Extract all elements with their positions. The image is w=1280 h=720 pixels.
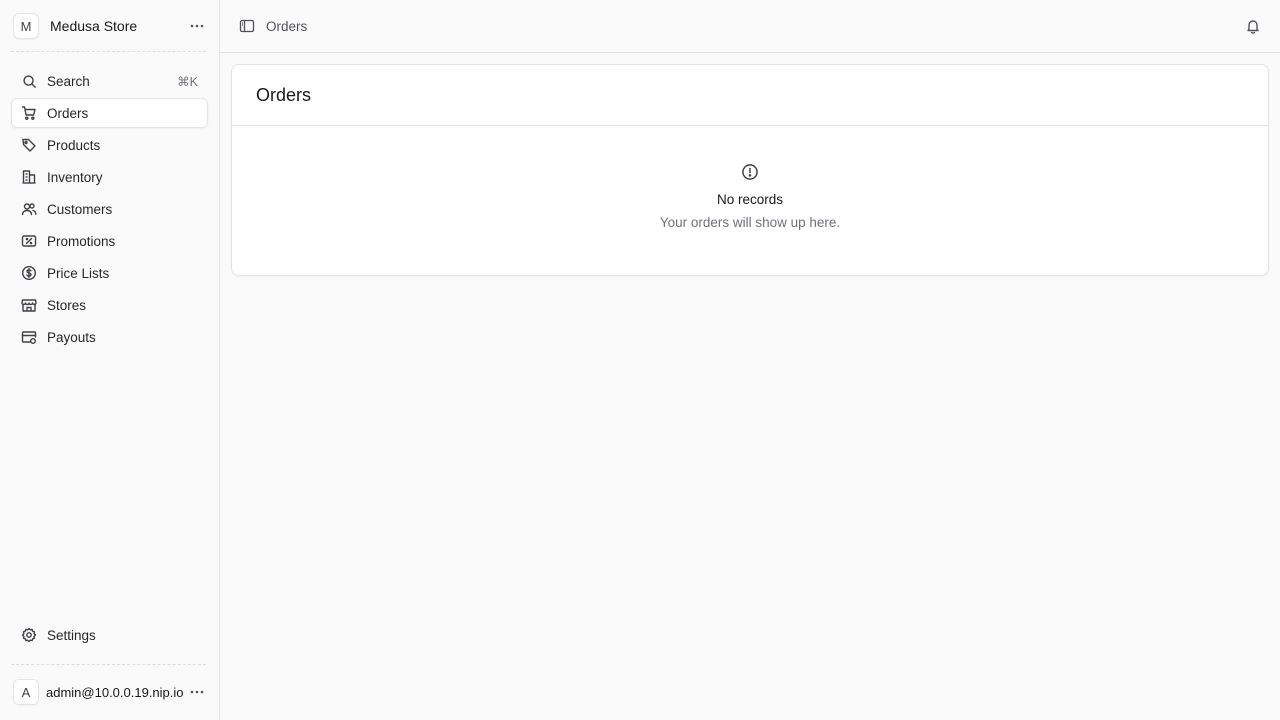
sidebar-left-icon[interactable] (238, 17, 256, 35)
sidebar-item-inventory[interactable]: Inventory (11, 162, 208, 192)
users-icon (21, 201, 37, 217)
cog-icon (21, 627, 37, 643)
card-header: Orders (232, 65, 1268, 126)
sidebar-item-promotions[interactable]: Promotions (11, 226, 208, 256)
more-horizontal-icon[interactable] (187, 682, 207, 702)
sidebar-item-label: Inventory (47, 169, 103, 185)
sidebar-item-label: Stores (47, 297, 87, 313)
store-avatar: M (13, 13, 39, 39)
main-area: Orders Orders No records Your orders wil… (220, 0, 1280, 720)
sidebar-item-price-lists[interactable]: Price Lists (11, 258, 208, 288)
page-title: Orders (256, 84, 312, 105)
tag-icon (21, 137, 37, 153)
sidebar-item-label: Price Lists (47, 265, 110, 281)
sidebar-item-label: Promotions (47, 233, 116, 249)
user-menu[interactable]: A admin@10.0.0.19.nip.io (0, 664, 219, 720)
sidebar-item-customers[interactable]: Customers (11, 194, 208, 224)
bell-icon[interactable] (1244, 17, 1262, 35)
sidebar-item-settings[interactable]: Settings (11, 620, 208, 650)
main-nav: Search ⌘K Orders Products Inventory Cust… (0, 52, 219, 354)
settings-section: Settings (0, 620, 219, 664)
search-shortcut: ⌘K (177, 74, 198, 89)
sidebar-item-label: Payouts (47, 329, 96, 345)
sidebar-item-stores[interactable]: Stores (11, 290, 208, 320)
exclamation-circle-icon (741, 163, 759, 181)
content: Orders No records Your orders will show … (220, 53, 1280, 276)
store-header[interactable]: M Medusa Store (0, 0, 219, 52)
building-storefront-icon (21, 297, 37, 313)
empty-state: No records Your orders will show up here… (232, 126, 1268, 275)
orders-card: Orders No records Your orders will show … (231, 64, 1269, 276)
sidebar-item-label: Settings (47, 627, 96, 643)
app-root: M Medusa Store Search ⌘K Orders Products… (0, 0, 1280, 720)
breadcrumb[interactable]: Orders (266, 19, 1244, 34)
user-email: admin@10.0.0.19.nip.io (46, 684, 184, 700)
credit-card-icon (21, 329, 37, 345)
topbar: Orders (220, 0, 1280, 53)
buildings-icon (21, 169, 37, 185)
empty-state-subtitle: Your orders will show up here. (659, 215, 841, 230)
currency-dollar-icon (21, 265, 37, 281)
more-horizontal-icon[interactable] (187, 16, 207, 36)
search-icon (21, 73, 37, 89)
search-item[interactable]: Search ⌘K (11, 66, 208, 96)
receipt-percent-icon (21, 233, 37, 249)
sidebar-item-products[interactable]: Products (11, 130, 208, 160)
sidebar-item-payouts[interactable]: Payouts (11, 322, 208, 352)
sidebar-item-label: Orders (47, 105, 89, 121)
sidebar: M Medusa Store Search ⌘K Orders Products… (0, 0, 220, 720)
sidebar-item-label: Products (47, 137, 101, 153)
cart-icon (21, 105, 37, 121)
sidebar-item-label: Customers (47, 201, 113, 217)
store-name: Medusa Store (50, 18, 138, 34)
user-avatar: A (13, 679, 39, 705)
sidebar-item-orders[interactable]: Orders (11, 98, 208, 128)
empty-state-title: No records (716, 192, 784, 207)
search-label: Search (47, 73, 90, 89)
